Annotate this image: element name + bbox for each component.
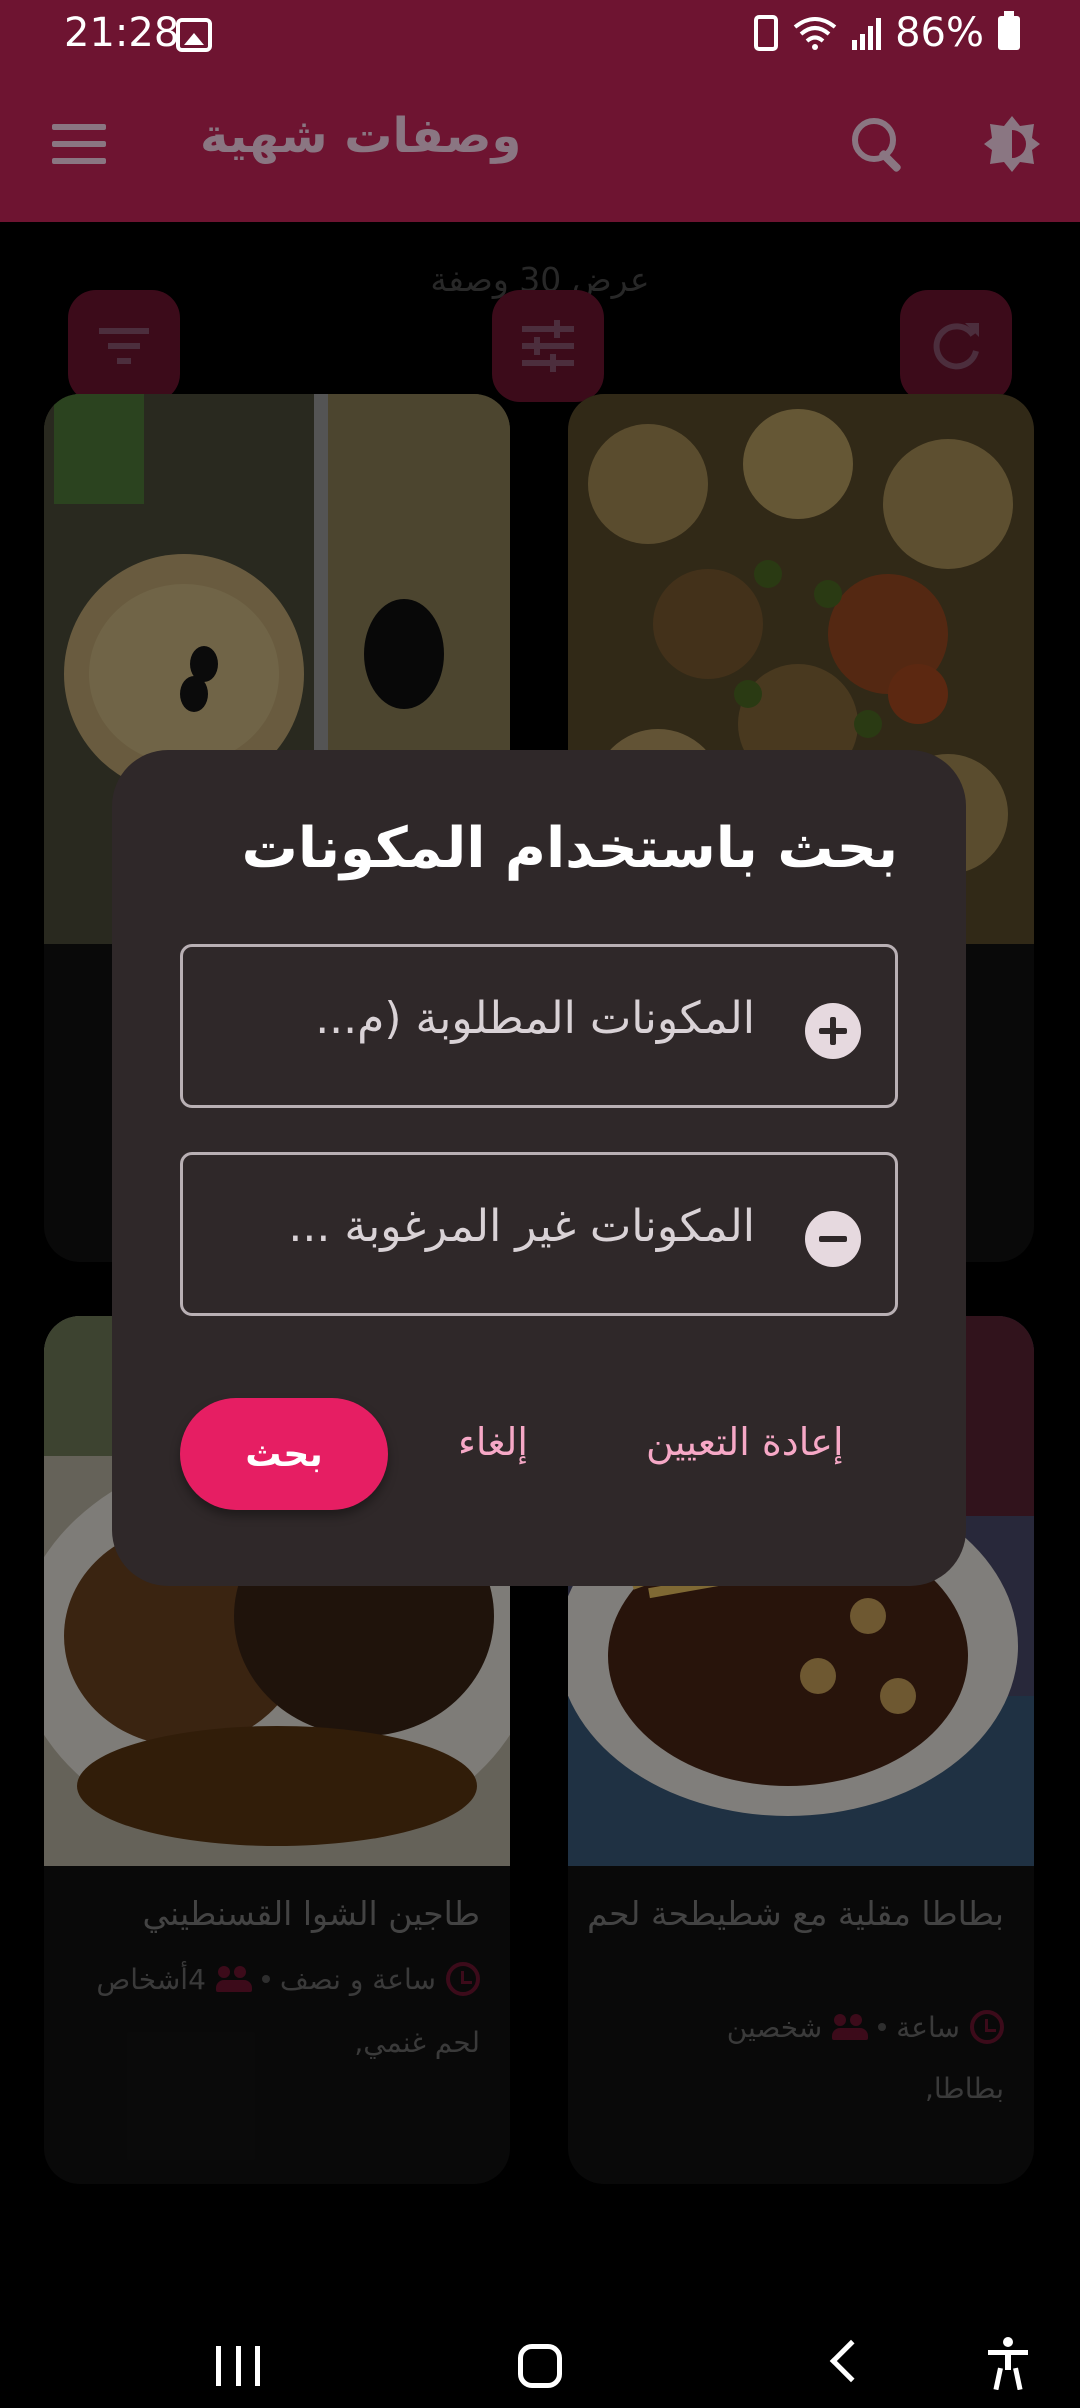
- back-button[interactable]: [829, 2339, 873, 2383]
- status-bar: 21:28 86%: [0, 0, 1080, 72]
- battery-saver-icon: [754, 15, 779, 51]
- app-bar: وصفات شهية: [0, 72, 1080, 222]
- battery-icon: [998, 11, 1020, 50]
- included-ingredients-field[interactable]: المكونات المطلوبة (م...: [180, 944, 898, 1108]
- home-button[interactable]: [518, 2344, 562, 2388]
- excluded-ingredients-placeholder: المكونات غير المرغوبة ...: [288, 1201, 755, 1252]
- theme-toggle-icon[interactable]: [982, 114, 1042, 174]
- cancel-button[interactable]: إلغاء: [458, 1420, 528, 1464]
- included-ingredients-placeholder: المكونات المطلوبة (م...: [315, 993, 755, 1044]
- recent-apps-button[interactable]: [216, 2346, 260, 2386]
- gallery-notification-icon: [176, 18, 212, 52]
- search-icon[interactable]: [852, 118, 906, 172]
- reset-button[interactable]: إعادة التعيين: [646, 1420, 844, 1464]
- battery-percent: 86%: [895, 10, 984, 56]
- menu-icon[interactable]: [52, 124, 106, 164]
- remove-ingredient-icon[interactable]: [805, 1211, 861, 1267]
- status-icons: 86%: [754, 10, 1020, 56]
- accessibility-icon[interactable]: [986, 2336, 1030, 2390]
- add-ingredient-icon[interactable]: [805, 1003, 861, 1059]
- top-bar: 21:28 86% وصفات شهية: [0, 0, 1080, 222]
- signal-icon: [852, 16, 882, 50]
- app-title: وصفات شهية: [200, 108, 522, 164]
- ingredient-search-dialog: بحث باستخدام المكونات المكونات المطلوبة …: [112, 750, 966, 1586]
- system-nav-bar: [0, 2318, 1080, 2408]
- search-button[interactable]: بحث: [180, 1398, 388, 1510]
- dialog-title: بحث باستخدام المكونات: [241, 816, 898, 881]
- excluded-ingredients-field[interactable]: المكونات غير المرغوبة ...: [180, 1152, 898, 1316]
- status-time: 21:28: [64, 10, 180, 56]
- wifi-icon: [793, 17, 837, 50]
